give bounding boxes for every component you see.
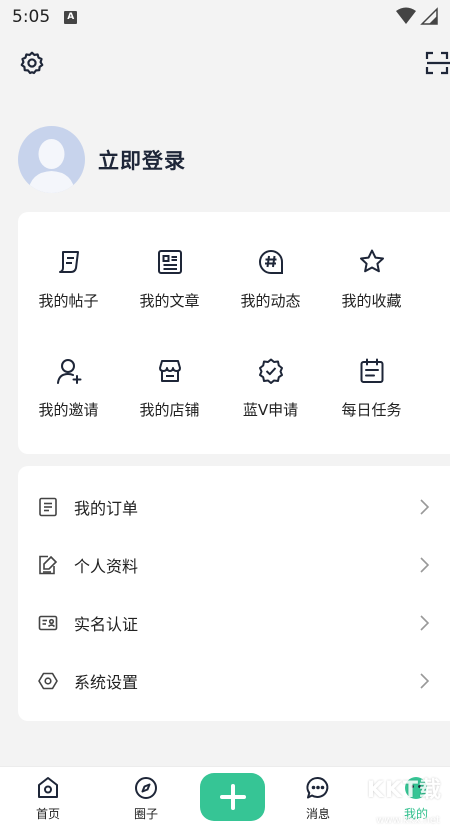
edit-profile-icon: [39, 555, 58, 575]
verified-badge-icon: [258, 358, 283, 384]
profile-header[interactable]: 立即登录: [18, 126, 186, 193]
list-item-real-name-auth[interactable]: 实名认证: [18, 594, 450, 652]
scan-button[interactable]: [424, 50, 450, 76]
grid-item-label: 我的帖子: [38, 292, 99, 310]
login-link[interactable]: 立即登录: [98, 145, 186, 175]
grid-item-label: 我的动态: [240, 292, 301, 310]
nav-label: 首页: [35, 807, 60, 821]
grid-item-my-articles[interactable]: 我的文章: [119, 212, 220, 321]
compass-icon: [135, 777, 157, 799]
feature-grid-card: 我的帖子 我的文章 我的动态 我的收藏 我的邀请 我的店铺 蓝V申请 每日任务: [18, 212, 450, 454]
watermark-url: www.kkx.net: [376, 815, 440, 826]
grid-item-daily-tasks[interactable]: 每日任务: [321, 321, 422, 430]
hexagon-settings-icon: [38, 672, 58, 690]
grid-item-label: 我的文章: [139, 292, 200, 310]
scan-icon: [425, 51, 450, 75]
chevron-right-icon: [420, 557, 430, 573]
gear-icon: [20, 51, 44, 75]
plus-icon: [219, 784, 246, 810]
signal-icon: [420, 7, 438, 25]
star-icon: [359, 249, 384, 273]
settings-list-card: 我的订单 个人资料 实名认证 系统设置: [18, 466, 450, 721]
status-bar: 5:05 A: [0, 0, 450, 34]
store-icon: [158, 360, 181, 382]
post-icon: [58, 251, 79, 273]
list-item-label: 实名认证: [74, 615, 139, 634]
grid-item-label: 我的店铺: [139, 401, 200, 419]
grid-item-label: 我的收藏: [341, 292, 402, 310]
add-post-button[interactable]: [200, 773, 265, 821]
grid-item-my-invites[interactable]: 我的邀请: [18, 321, 119, 430]
avatar[interactable]: [18, 126, 85, 193]
nav-messages[interactable]: 消息: [288, 767, 348, 829]
status-time: 5:05: [12, 7, 51, 27]
nav-circle[interactable]: 圈子: [116, 767, 176, 829]
nav-home[interactable]: 首页: [18, 767, 78, 829]
grid-item-label: 每日任务: [341, 401, 402, 419]
chevron-right-icon: [420, 499, 430, 515]
list-item-label: 我的订单: [74, 499, 139, 518]
home-icon: [38, 777, 58, 798]
grid-item-label: 我的邀请: [38, 401, 99, 419]
grid-item-my-activity[interactable]: 我的动态: [220, 212, 321, 321]
grid-item-my-store[interactable]: 我的店铺: [119, 321, 220, 430]
wifi-icon: [396, 7, 416, 24]
settings-button[interactable]: [19, 50, 45, 76]
notification-icon: A: [64, 10, 78, 24]
chevron-right-icon: [420, 673, 430, 689]
grid-item-blue-v-apply[interactable]: 蓝V申请: [220, 321, 321, 430]
default-avatar-icon: [28, 139, 75, 193]
grid-item-my-favorites[interactable]: 我的收藏: [321, 212, 422, 321]
watermark-logo: KKT载: [366, 778, 442, 803]
hashtag-icon: [258, 250, 283, 274]
list-item-label: 个人资料: [74, 557, 139, 576]
grid-item-label: 蓝V申请: [242, 401, 299, 419]
list-item-profile[interactable]: 个人资料: [18, 536, 450, 594]
grid-item-my-posts[interactable]: 我的帖子: [18, 212, 119, 321]
status-indicators: [396, 7, 438, 25]
order-icon: [39, 497, 57, 517]
list-item-label: 系统设置: [74, 673, 139, 692]
list-item-my-orders[interactable]: 我的订单: [18, 478, 450, 536]
chevron-right-icon: [420, 615, 430, 631]
article-icon: [157, 250, 182, 274]
nav-label: 消息: [305, 807, 330, 821]
top-actions: [0, 50, 450, 78]
message-icon: [306, 777, 329, 799]
calendar-icon: [360, 358, 383, 383]
invite-user-icon: [56, 359, 81, 384]
list-item-system-settings[interactable]: 系统设置: [18, 652, 450, 710]
id-card-icon: [38, 615, 58, 631]
nav-label: 圈子: [133, 807, 158, 821]
